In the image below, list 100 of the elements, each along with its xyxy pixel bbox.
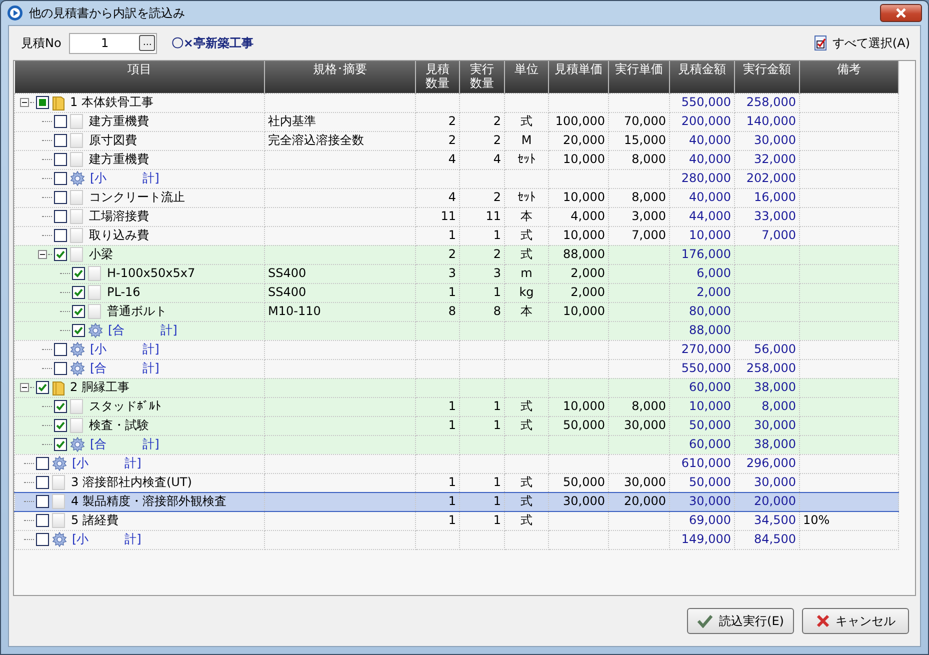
column-header[interactable]: 見積数量 — [416, 61, 460, 93]
expand-toggle[interactable] — [20, 98, 29, 107]
item-name: 4 製品精度・溶接部外観検査 — [71, 493, 226, 510]
browse-button[interactable]: … — [139, 35, 156, 51]
amount-cell: 550,000 — [670, 93, 734, 112]
gear-icon — [70, 342, 85, 357]
item-name: 原寸図費 — [89, 132, 137, 149]
cancel-button[interactable]: キャンセル — [802, 608, 909, 634]
checkbox[interactable] — [36, 495, 49, 508]
row-icon — [52, 475, 65, 490]
row-icon — [70, 399, 83, 414]
column-header[interactable]: 実行数量 — [460, 61, 504, 93]
table-row[interactable]: PL-16 SS400 1 1 kg 2,000 2,000 — [14, 283, 898, 302]
gear-icon — [88, 323, 103, 338]
checkbox[interactable] — [54, 172, 67, 185]
checkbox[interactable] — [36, 514, 49, 527]
table-row[interactable]: [小 計] 610,000 296,000 — [14, 454, 898, 473]
select-all-button[interactable]: すべて選択(A) — [814, 34, 910, 52]
window-title: 他の見積書から内訳を読込み — [29, 5, 185, 22]
column-header[interactable]: 備考 — [800, 61, 898, 93]
table-row[interactable]: [合 計] 88,000 — [14, 321, 898, 340]
checkbox[interactable] — [54, 134, 67, 147]
amount-cell: 176,000 — [670, 245, 734, 264]
item-name: 1 本体鉄骨工事 — [70, 94, 154, 111]
table-row[interactable]: スタッドﾎﾞﾙﾄ 1 1 式 10,000 8,000 10,000 8,000 — [14, 397, 898, 416]
minus-icon — [21, 99, 28, 106]
checkbox[interactable] — [36, 457, 49, 470]
expand-toggle[interactable] — [20, 383, 29, 392]
checkbox[interactable] — [54, 362, 67, 375]
item-name: 建方重機費 — [89, 113, 149, 130]
checkbox[interactable] — [54, 400, 67, 413]
checkbox[interactable] — [36, 533, 49, 546]
quantity-cell: 1 — [460, 416, 504, 435]
checkbox[interactable] — [54, 153, 67, 166]
item-name: [小 計] — [72, 455, 142, 472]
folder-icon — [52, 380, 65, 396]
checkbox[interactable] — [54, 343, 67, 356]
item-name: [合 計] — [90, 436, 160, 453]
column-header[interactable]: 見積金額 — [670, 61, 734, 93]
table-row[interactable]: [小 計] 270,000 56,000 — [14, 340, 898, 359]
table-row[interactable]: H-100x50x5x7 SS400 3 3 m 2,000 6,000 — [14, 264, 898, 283]
table-row[interactable]: [小 計] 149,000 84,500 — [14, 530, 898, 549]
checkbox[interactable] — [54, 438, 67, 451]
checkbox[interactable] — [54, 229, 67, 242]
table-row[interactable]: 建方重機費 社内基準 2 2 式 100,000 70,000 200,000 140,000 — [14, 112, 898, 131]
checkbox[interactable] — [72, 324, 85, 337]
column-header[interactable]: 単位 — [504, 61, 548, 93]
check-icon — [74, 288, 83, 297]
column-header[interactable]: 規格･摘要 — [264, 61, 416, 93]
column-header[interactable]: 項目 — [14, 61, 264, 93]
item-name: 2 胴縁工事 — [70, 379, 130, 396]
checkbox[interactable] — [72, 305, 85, 318]
table-row[interactable]: [小 計] 280,000 202,000 — [14, 169, 898, 188]
item-name: PL-16 — [107, 284, 140, 301]
table-row[interactable]: 小梁 2 2 式 88,000 176,000 — [14, 245, 898, 264]
checkbox[interactable] — [54, 191, 67, 204]
price-cell: 8,000 — [608, 188, 670, 207]
spec-cell: SS400 — [264, 264, 416, 283]
table-row[interactable]: 検査・試験 1 1 式 50,000 30,000 50,000 30,000 — [14, 416, 898, 435]
table-row[interactable]: 4 製品精度・溶接部外観検査 1 1 式 30,000 20,000 30,000 20,000 — [14, 492, 898, 511]
table-row[interactable]: 原寸図費 完全溶込溶接全数 2 2 M 20,000 15,000 40,000 30,000 — [14, 131, 898, 150]
item-name: [小 計] — [72, 531, 142, 548]
close-button[interactable] — [880, 4, 922, 22]
column-header[interactable]: 実行単価 — [608, 61, 670, 93]
row-icon — [52, 494, 65, 509]
quantity-cell: 1 — [416, 492, 460, 511]
table-row[interactable]: 1 本体鉄骨工事 550,000 258,000 — [14, 93, 898, 112]
checkbox[interactable] — [36, 96, 49, 109]
unit-cell: ｾｯﾄ — [504, 150, 548, 169]
price-cell: 70,000 — [608, 112, 670, 131]
table-row[interactable]: 普通ボルト M10-110 8 8 本 10,000 80,000 — [14, 302, 898, 321]
checkbox[interactable] — [54, 115, 67, 128]
column-header[interactable]: 実行金額 — [734, 61, 800, 93]
item-name: [小 計] — [90, 341, 160, 358]
table-row[interactable]: 建方重機費 4 4 ｾｯﾄ 10,000 8,000 40,000 32,000 — [14, 150, 898, 169]
check-icon — [74, 326, 83, 335]
table-row[interactable]: コンクリート流止 4 2 ｾｯﾄ 10,000 8,000 40,000 16,000 — [14, 188, 898, 207]
checkbox[interactable] — [54, 210, 67, 223]
close-icon — [895, 8, 907, 18]
quantity-cell: 3 — [416, 264, 460, 283]
column-header[interactable]: 見積単価 — [548, 61, 608, 93]
checklist-icon — [814, 35, 828, 51]
checkbox[interactable] — [36, 476, 49, 489]
checkbox[interactable] — [54, 248, 67, 261]
checkbox[interactable] — [36, 381, 49, 394]
checkbox[interactable] — [72, 267, 85, 280]
checkbox[interactable] — [54, 419, 67, 432]
table-row[interactable]: 5 諸経費 1 1 式 69,000 34,500 10% — [14, 511, 898, 530]
price-cell: 10,000 — [548, 188, 608, 207]
unit-cell: 式 — [504, 416, 548, 435]
expand-toggle[interactable] — [38, 250, 47, 259]
item-name: 工場溶接費 — [89, 208, 149, 225]
close-icon — [816, 614, 830, 628]
table-row[interactable]: [合 計] 60,000 38,000 — [14, 435, 898, 454]
table-row[interactable]: 工場溶接費 11 11 本 4,000 3,000 44,000 33,000 — [14, 207, 898, 226]
item-name: 建方重機費 — [89, 151, 149, 168]
table-row[interactable]: 2 胴縁工事 60,000 38,000 — [14, 378, 898, 397]
checkbox[interactable] — [72, 286, 85, 299]
estimate-no-field[interactable]: 1 … — [69, 32, 158, 54]
load-button[interactable]: 読込実行(E) — [687, 608, 794, 634]
